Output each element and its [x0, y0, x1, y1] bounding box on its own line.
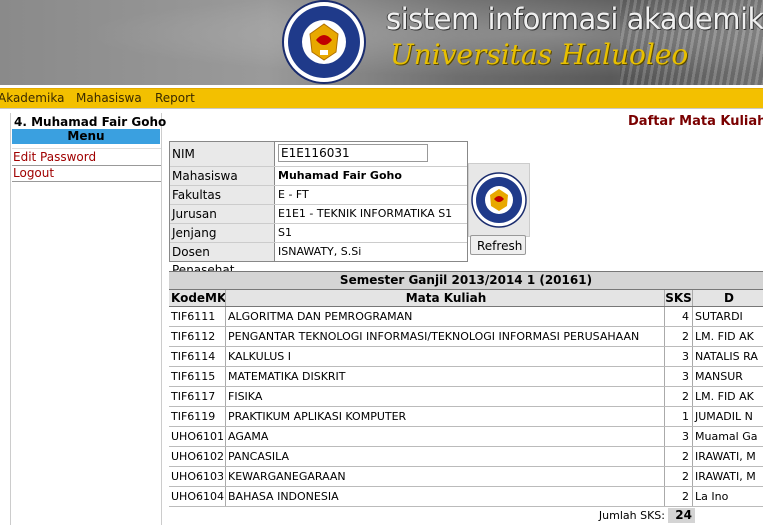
info-row-jenjang: Jenjang S1	[170, 224, 467, 243]
course-code: TIF6117	[169, 387, 226, 406]
course-lecturer: JUMADIL N	[695, 410, 753, 423]
menu-item-logout[interactable]: Logout	[12, 165, 161, 182]
table-row: TIF6111 ALGORITMA DAN PEMROGRAMAN 4 SUTARDI	[169, 307, 763, 327]
table-row: TIF6119 PRAKTIKUM APLIKASI KOMPUTER 1 JUMAD…	[169, 407, 763, 427]
course-name: KEWARGANEGARAAN	[226, 467, 665, 486]
course-lecturer: LM. FID AK	[695, 330, 754, 343]
total-label: Jumlah SKS:	[598, 509, 665, 522]
course-sks: 3	[665, 347, 693, 366]
header-banner: sistem informasi akademik Universitas Ha…	[0, 0, 763, 85]
course-code: TIF6112	[169, 327, 226, 346]
student-photo-logo-icon	[468, 163, 530, 237]
refresh-button[interactable]: Refresh	[470, 235, 526, 255]
nav-item-akademika[interactable]: Akademika	[0, 91, 64, 105]
course-lecturer: La Ino	[695, 490, 729, 503]
course-sks: 4	[665, 307, 693, 326]
user-name: 4. Muhamad Fair Goho	[14, 115, 167, 129]
course-code: TIF6111	[169, 307, 226, 326]
total-row: Jumlah SKS: 24	[169, 508, 763, 524]
table-row: UHO6103 KEWARGANEGARAAN 2 IRAWATI, M	[169, 467, 763, 487]
fakultas-label: Fakultas	[170, 186, 275, 204]
info-row-dosen: Dosen Penasehat ISNAWATY, S.Si	[170, 243, 467, 277]
top-nav: Akademika Mahasiswa Report	[0, 88, 763, 109]
course-sks: 3	[665, 427, 693, 446]
course-name: BAHASA INDONESIA	[226, 487, 665, 506]
banner-subtitle: Universitas Haluoleo	[390, 38, 689, 71]
menu-header: Menu	[12, 129, 160, 144]
course-lecturer: Muamal Ga	[695, 430, 758, 443]
course-sks: 2	[665, 467, 693, 486]
course-name: FISIKA	[226, 387, 665, 406]
mahasiswa-value: Muhamad Fair Goho	[278, 169, 402, 182]
table-row: UHO6104 BAHASA INDONESIA 2 La Ino	[169, 487, 763, 507]
course-code: UHO6104	[169, 487, 226, 506]
course-name: PANCASILA	[226, 447, 665, 466]
course-sks: 2	[665, 487, 693, 506]
col-mata-kuliah: Mata Kuliah	[226, 290, 665, 306]
course-lecturer: IRAWATI, M	[695, 450, 756, 463]
course-name: PENGANTAR TEKNOLOGI INFORMASI/TEKNOLOGI …	[226, 327, 665, 346]
course-lecturer: MANSUR	[695, 370, 743, 383]
course-lecturer: IRAWATI, M	[695, 470, 756, 483]
table-row: UHO6102 PANCASILA 2 IRAWATI, M	[169, 447, 763, 467]
banner-title: sistem informasi akademik	[386, 2, 763, 36]
course-name: AGAMA	[226, 427, 665, 446]
jurusan-label: Jurusan	[170, 205, 275, 223]
nim-input[interactable]	[278, 144, 428, 162]
course-sks: 2	[665, 387, 693, 406]
course-sks: 3	[665, 367, 693, 386]
course-code: UHO6103	[169, 467, 226, 486]
total-value: 24	[668, 508, 695, 523]
course-name: MATEMATIKA DISKRIT	[226, 367, 665, 386]
nav-item-report[interactable]: Report	[155, 91, 195, 105]
table-row: TIF6112 PENGANTAR TEKNOLOGI INFORMASI/TEK…	[169, 327, 763, 347]
semester-header: Semester Ganjil 2013/2014 1 (20161)	[169, 271, 763, 289]
course-name: PRAKTIKUM APLIKASI KOMPUTER	[226, 407, 665, 426]
course-sks: 2	[665, 327, 693, 346]
col-dosen: D	[724, 291, 734, 305]
page-title: Daftar Mata Kuliah y	[628, 114, 763, 129]
table-row: UHO6101 AGAMA 3 Muamal Ga	[169, 427, 763, 447]
course-lecturer: LM. FID AK	[695, 390, 754, 403]
info-row-fakultas: Fakultas E - FT	[170, 186, 467, 205]
jurusan-value: E1E1 - TEKNIK INFORMATIKA S1	[278, 207, 453, 220]
nim-label: NIM	[170, 142, 275, 166]
info-row-nim: NIM	[170, 142, 467, 167]
jenjang-label: Jenjang	[170, 224, 275, 242]
course-name: ALGORITMA DAN PEMROGRAMAN	[226, 307, 665, 326]
info-row-jurusan: Jurusan E1E1 - TEKNIK INFORMATIKA S1	[170, 205, 467, 224]
course-code: UHO6101	[169, 427, 226, 446]
mahasiswa-label: Mahasiswa	[170, 167, 275, 185]
course-sks: 2	[665, 447, 693, 466]
course-table-header: KodeMK Mata Kuliah SKS D	[169, 289, 763, 307]
course-name: KALKULUS I	[226, 347, 665, 366]
university-logo-icon	[282, 0, 366, 84]
student-info-table: NIM Mahasiswa Muhamad Fair Goho Fakultas…	[169, 141, 468, 277]
table-row: TIF6114 KALKULUS I 3 NATALIS RA	[169, 347, 763, 367]
col-kodemk: KodeMK	[171, 290, 226, 306]
course-lecturer: SUTARDI	[695, 310, 743, 323]
table-row: TIF6117 FISIKA 2 LM. FID AK	[169, 387, 763, 407]
course-code: UHO6102	[169, 447, 226, 466]
menu-item-edit-password[interactable]: Edit Password	[12, 148, 161, 166]
nav-divider	[0, 108, 763, 109]
table-row: TIF6115 MATEMATIKA DISKRIT 3 MANSUR	[169, 367, 763, 387]
course-sks: 1	[665, 407, 693, 426]
course-code: TIF6115	[169, 367, 226, 386]
course-code: TIF6119	[169, 407, 226, 426]
nim-cell	[275, 142, 467, 166]
col-sks: SKS	[665, 290, 693, 306]
info-row-mahasiswa: Mahasiswa Muhamad Fair Goho	[170, 167, 467, 186]
course-rows: TIF6111 ALGORITMA DAN PEMROGRAMAN 4 SUTARDI…	[169, 307, 763, 507]
dosen-value: ISNAWATY, S.Si	[278, 245, 362, 258]
nav-item-mahasiswa[interactable]: Mahasiswa	[76, 91, 142, 105]
course-table: Semester Ganjil 2013/2014 1 (20161) Kode…	[169, 271, 763, 507]
course-code: TIF6114	[169, 347, 226, 366]
dosen-label: Dosen Penasehat	[170, 243, 275, 277]
jenjang-value: S1	[278, 226, 292, 239]
course-lecturer: NATALIS RA	[695, 350, 758, 363]
fakultas-value: E - FT	[278, 188, 309, 201]
